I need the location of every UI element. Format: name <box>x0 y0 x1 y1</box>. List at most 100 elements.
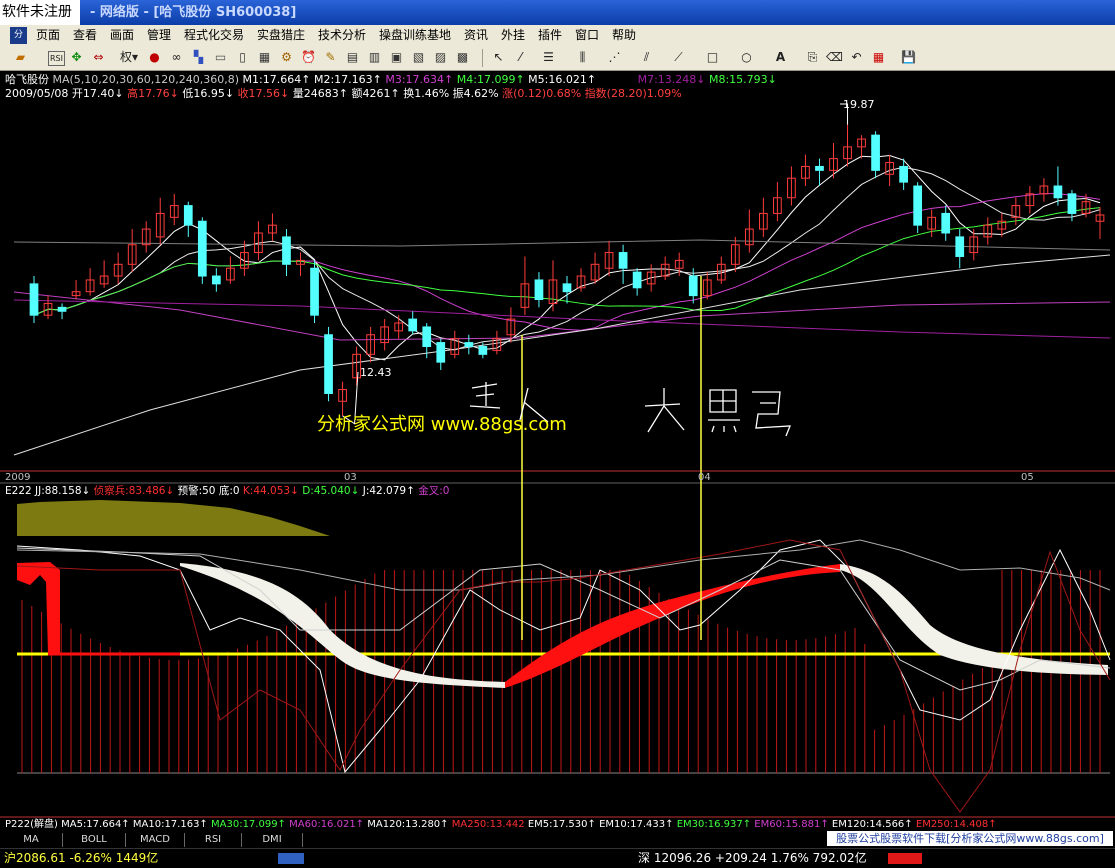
menu-addons[interactable]: 插件 <box>538 25 562 46</box>
grid-icon[interactable]: ▦ <box>256 49 273 66</box>
text-tool-icon[interactable]: A <box>772 49 789 66</box>
candle-down <box>211 275 221 285</box>
color-palette-icon[interactable]: ▦ <box>870 49 887 66</box>
hline-tool-icon[interactable]: ☰ <box>540 49 557 66</box>
candle-down <box>955 236 965 257</box>
indicator-e222-header: E222 JJ:88.158↓ 侦察兵:83.486↓ 预警:50 底:0 K:… <box>5 485 449 498</box>
eraser-icon[interactable]: ⌫ <box>826 49 843 66</box>
p-ma5: MA5:17.664↑ <box>61 819 130 830</box>
channel-tool-icon[interactable]: ⫽ <box>638 49 655 66</box>
jj-value: JJ:88.158↓ <box>35 485 91 497</box>
indicator-e222-name[interactable]: E222 <box>5 485 32 497</box>
pointer-icon[interactable]: ↖ <box>490 49 507 66</box>
layout-2-icon[interactable]: ▣ <box>388 49 405 66</box>
tab-macd[interactable]: MACD <box>126 833 185 847</box>
menu-manage[interactable]: 管理 <box>147 25 171 46</box>
ma-definition: MA(5,10,20,30,60,120,240,360,8) <box>52 73 240 86</box>
k-value: K:44.053↓ <box>242 485 299 497</box>
candle-down <box>1067 193 1077 214</box>
candle-down <box>632 271 642 289</box>
olive-area <box>17 500 330 536</box>
ma8-value: M8:15.793↓ <box>708 73 777 86</box>
rsi-icon[interactable]: RSI <box>48 51 65 66</box>
menu-tech-analysis[interactable]: 技术分析 <box>318 25 366 46</box>
tab-boll[interactable]: BOLL <box>63 833 126 847</box>
price-change: 涨(0.12)0.68% <box>502 87 582 100</box>
menu-plugin-ext[interactable]: 外挂 <box>501 25 525 46</box>
menu-help[interactable]: 帮助 <box>612 25 636 46</box>
low-price-label: 12.43 <box>360 366 392 379</box>
save-icon[interactable]: 💾 <box>900 49 917 66</box>
ma20-line <box>33 193 1101 331</box>
ad-banner[interactable]: 股票公式股票软件下载[分析家公式网www.88gs.com] <box>827 831 1113 846</box>
indicator-p222-name[interactable]: P222(解盘) <box>5 819 58 830</box>
layout-3-icon[interactable]: ▧ <box>410 49 427 66</box>
menu-bar: 分 页面 查看 画面 管理 程式化交易 实盘猎庄 技术分析 操盘训练基地 资讯 … <box>0 25 1115 47</box>
rectangle-tool-icon[interactable]: □ <box>704 49 721 66</box>
vline-tool-icon[interactable]: ⫼ <box>574 49 591 66</box>
open-folder-icon[interactable]: ▰ <box>12 49 29 66</box>
layout-4-icon[interactable]: ▨ <box>432 49 449 66</box>
compare-icon[interactable]: ▚ <box>190 49 207 66</box>
menu-screen[interactable]: 画面 <box>110 25 134 46</box>
table-icon[interactable]: ▤ <box>344 49 361 66</box>
menu-page[interactable]: 页面 <box>36 25 60 46</box>
high-price: 高17.76↓ <box>127 87 179 100</box>
candle-down <box>282 236 291 265</box>
menu-training[interactable]: 操盘训练基地 <box>379 25 451 46</box>
book-icon[interactable]: ▯ <box>234 49 251 66</box>
tab-ma[interactable]: MA <box>0 833 63 847</box>
layout-1-icon[interactable]: ▥ <box>366 49 383 66</box>
candle-down <box>534 279 544 301</box>
scout-value: 侦察兵:83.486↓ <box>93 485 175 497</box>
tab-rsi[interactable]: RSI <box>185 833 242 847</box>
layout-5-icon[interactable]: ▩ <box>454 49 471 66</box>
volume: 量24683↑ <box>292 87 348 100</box>
candle-down <box>899 165 908 183</box>
p-ma60: MA60:16.021↑ <box>289 819 365 830</box>
circle-tool-icon[interactable]: ○ <box>738 49 755 66</box>
copy-icon[interactable]: ⎘ <box>804 49 821 66</box>
red-oscillator-line <box>16 539 1111 813</box>
candle-down <box>422 326 432 347</box>
menu-view[interactable]: 查看 <box>73 25 97 46</box>
sz-index-status: 深 12096.26 +209.24 1.76% 792.02亿 <box>638 851 867 865</box>
menu-window[interactable]: 窗口 <box>575 25 599 46</box>
index-change: 指数(28.20)1.09% <box>584 87 682 100</box>
chart-area[interactable] <box>0 70 1115 833</box>
j-value: J:42.079↑ <box>362 485 415 497</box>
glasses-icon[interactable]: ∞ <box>168 49 185 66</box>
indicator-p222-header: P222(解盘) MA5:17.664↑ MA10:17.163↑ MA30:1… <box>5 818 997 831</box>
exchange-icon[interactable]: ⇔ <box>90 49 107 66</box>
gear-icon[interactable]: ⚙ <box>278 49 295 66</box>
p-ma10: MA10:17.163↑ <box>132 819 208 830</box>
low-price: 低16.95↓ <box>182 87 235 100</box>
app-logo-icon[interactable]: 分 <box>10 27 27 44</box>
menu-hunter[interactable]: 实盘猎庄 <box>257 25 305 46</box>
undo-icon[interactable]: ↶ <box>848 49 865 66</box>
candle-down <box>941 212 951 234</box>
indicator-icon[interactable]: ● <box>146 49 163 66</box>
status-bar: 沪2086.61 -6.26% 1449亿 深 12096.26 +209.24… <box>0 848 1115 868</box>
menu-news[interactable]: 资讯 <box>464 25 488 46</box>
quan-dropdown[interactable]: 权▾ <box>116 49 142 66</box>
candle-down <box>913 185 923 226</box>
amplitude: 振4.62% <box>452 87 499 100</box>
move-icon[interactable]: ✥ <box>68 49 85 66</box>
toolbar: ▰ RSI ✥ ⇔ 权▾ ● ∞ ▚ ▭ ▯ ▦ ⚙ ⏰ ✎ ▤ ▥ ▣ ▧ ▨… <box>0 46 1115 71</box>
red-ribbon <box>505 564 840 688</box>
sh-index-status: 沪2086.61 -6.26% 1449亿 <box>4 851 159 865</box>
pencil-icon[interactable]: ✎ <box>322 49 339 66</box>
d-value: D:45.040↓ <box>302 485 360 497</box>
ma10-line <box>33 166 1101 351</box>
line-tool-icon[interactable]: ⁄ <box>512 49 529 66</box>
alarm-icon[interactable]: ⏰ <box>300 49 317 66</box>
menu-program-trading[interactable]: 程式化交易 <box>184 25 244 46</box>
fan-tool-icon[interactable]: ⋰ <box>606 49 623 66</box>
monitor-icon[interactable]: ▭ <box>212 49 229 66</box>
open-price: 开17.40↓ <box>71 87 124 100</box>
candle-down <box>815 165 824 171</box>
tab-dmi[interactable]: DMI <box>242 833 303 847</box>
p-em30: EM30:16.937↑ <box>676 819 752 830</box>
parallel-tool-icon[interactable]: ⟋ <box>670 49 687 66</box>
